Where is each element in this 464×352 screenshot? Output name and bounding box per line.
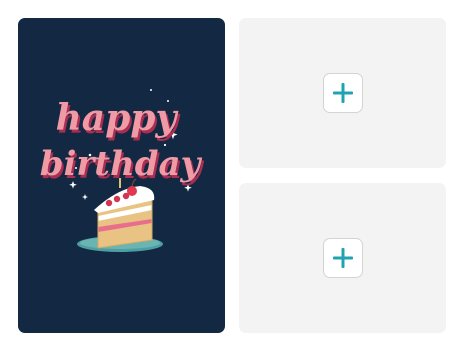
birthday-card-image[interactable]: happy happy birthday birthday: [18, 18, 225, 333]
greeting-line2: birthday: [40, 144, 203, 184]
add-photo-slot-1[interactable]: [239, 18, 446, 168]
add-photo-slot-2[interactable]: [239, 183, 446, 333]
greeting-line1: happy: [56, 97, 179, 139]
plus-icon: [332, 248, 353, 268]
birthday-card-artwork: happy happy birthday birthday: [18, 18, 225, 333]
add-photo-button-1[interactable]: [322, 73, 363, 113]
plus-icon: [332, 83, 353, 103]
add-photo-button-2[interactable]: [322, 238, 363, 278]
